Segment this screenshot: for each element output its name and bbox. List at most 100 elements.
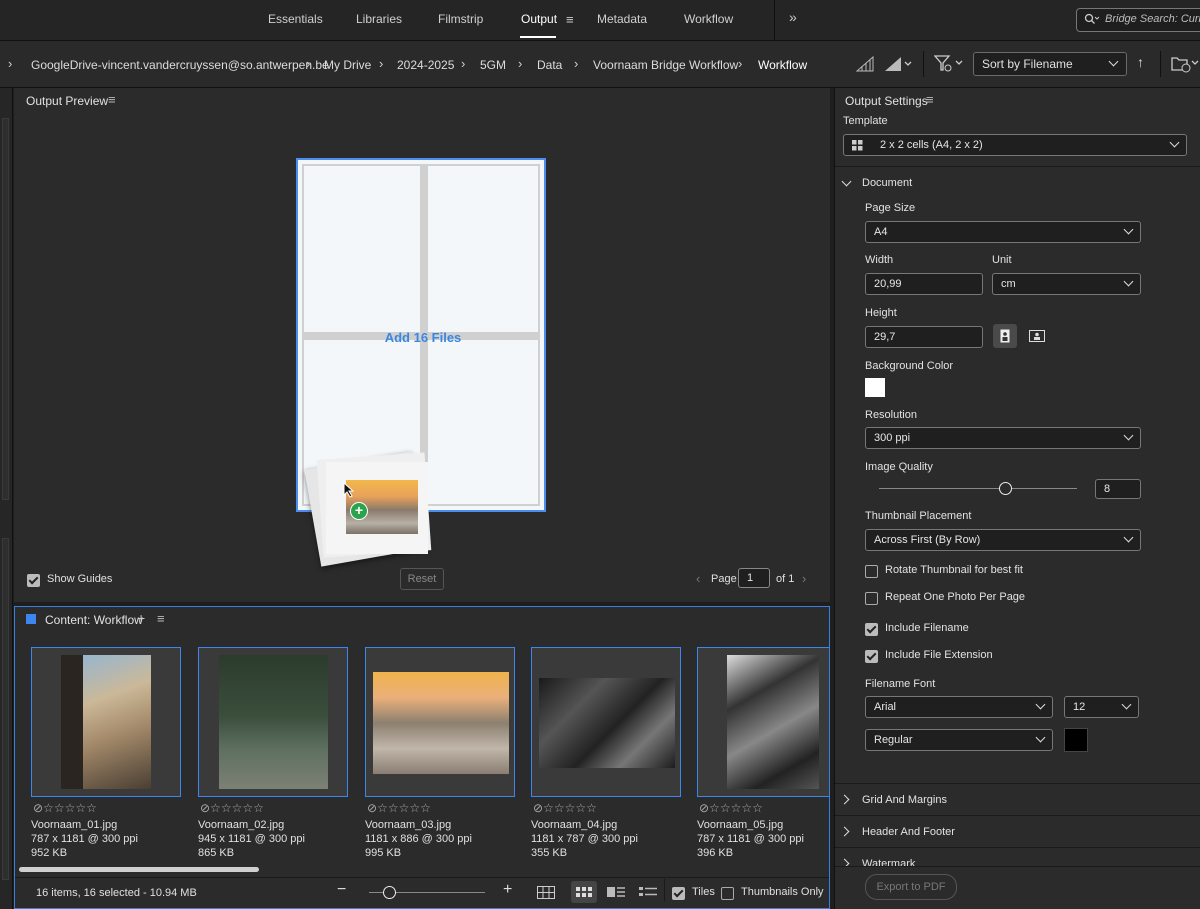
divider xyxy=(835,847,1200,848)
section-grid-margins[interactable]: Grid And Margins xyxy=(862,794,947,806)
workspace-essentials[interactable]: Essentials xyxy=(268,12,323,26)
file-name: Voornaam_04.jpg xyxy=(531,819,618,831)
width-input[interactable]: 20,99 xyxy=(865,273,983,295)
panel-menu-icon[interactable]: ≡ xyxy=(157,611,165,626)
font-size-dropdown[interactable]: 12 xyxy=(1064,696,1139,718)
rating-stars[interactable]: ⊘☆☆☆☆☆ xyxy=(699,801,763,815)
thumbnail-tile[interactable] xyxy=(365,647,515,797)
breadcrumb-current[interactable]: Workflow xyxy=(758,58,807,72)
workspace-output[interactable]: Output xyxy=(521,12,557,26)
zoom-in-icon[interactable]: + xyxy=(503,881,512,899)
collapse-icon[interactable] xyxy=(841,176,852,187)
section-header-footer[interactable]: Header And Footer xyxy=(862,826,955,838)
export-pdf-button[interactable]: Export to PDF xyxy=(865,874,957,900)
quality-slider-track[interactable] xyxy=(879,488,1077,489)
recent-folder-icon[interactable] xyxy=(1171,55,1199,73)
workspace-libraries[interactable]: Libraries xyxy=(356,12,402,26)
page-size-dropdown[interactable]: A4 xyxy=(865,221,1141,243)
thumbnail-tile[interactable] xyxy=(198,647,348,797)
next-page-icon[interactable]: › xyxy=(802,571,806,586)
panel-menu-icon[interactable]: ≡ xyxy=(926,92,934,107)
breadcrumb-item[interactable]: 5GM xyxy=(480,58,506,72)
zoom-slider-thumb[interactable] xyxy=(383,886,396,899)
page-number-input[interactable]: 1 xyxy=(738,568,770,588)
landscape-icon[interactable] xyxy=(1029,330,1045,342)
chevron-right-icon: › xyxy=(306,56,311,71)
item-metadata: Voornaam_05.jpg 787 x 1181 @ 300 ppi 396… xyxy=(697,818,804,860)
workspace-metadata[interactable]: Metadata xyxy=(597,12,647,26)
more-workspaces-icon[interactable]: » xyxy=(789,9,797,25)
grid-lock-icon[interactable] xyxy=(537,886,555,899)
breadcrumb-item[interactable]: Voornaam Bridge Workflow xyxy=(593,58,738,72)
workspace-filmstrip[interactable]: Filmstrip xyxy=(438,12,483,26)
thumbnail-tile[interactable] xyxy=(531,647,681,797)
include-filename-checkbox[interactable] xyxy=(865,623,878,636)
sort-direction-arrow-icon[interactable]: ↑ xyxy=(1137,54,1144,70)
resolution-dropdown[interactable]: 300 ppi xyxy=(865,427,1141,449)
divider xyxy=(923,51,924,77)
repeat-photo-label: Repeat One Photo Per Page xyxy=(885,591,1026,603)
watermark-section-row[interactable]: Watermark xyxy=(835,854,1200,866)
thumbnail-tile[interactable] xyxy=(31,647,181,797)
rating-filter-icon[interactable] xyxy=(884,56,914,72)
font-style-dropdown[interactable]: Regular xyxy=(865,729,1053,751)
width-label: Width xyxy=(865,254,894,266)
thumbnails-view-button[interactable] xyxy=(571,881,597,903)
hamburger-menu-icon[interactable]: ≡ xyxy=(566,12,574,27)
quality-icon[interactable] xyxy=(856,56,874,72)
divider xyxy=(1160,51,1161,77)
portrait-orientation-button[interactable] xyxy=(993,324,1017,348)
filename-font-label: Filename Font xyxy=(865,678,936,690)
section-document[interactable]: Document xyxy=(862,177,912,189)
breadcrumb-item[interactable]: My Drive xyxy=(324,58,371,72)
font-family-dropdown[interactable]: Arial xyxy=(865,696,1053,718)
horizontal-scrollbar[interactable] xyxy=(19,867,259,872)
unit-dropdown[interactable]: cm xyxy=(992,273,1141,295)
height-input[interactable]: 29,7 xyxy=(865,326,983,348)
expand-icon[interactable] xyxy=(839,794,850,805)
background-color-swatch[interactable] xyxy=(865,378,885,397)
rating-stars[interactable]: ⊘☆☆☆☆☆ xyxy=(533,801,597,815)
collapsed-left-panel[interactable] xyxy=(0,88,13,909)
page-label: Page xyxy=(711,573,737,585)
show-guides-checkbox[interactable] xyxy=(27,574,40,587)
thumbnail-placement-dropdown[interactable]: Across First (By Row) xyxy=(865,529,1141,551)
breadcrumb-item[interactable]: Data xyxy=(537,58,562,72)
zoom-out-icon[interactable]: − xyxy=(337,881,346,899)
divider xyxy=(835,815,1200,816)
panel-menu-icon[interactable]: ≡ xyxy=(108,92,116,107)
rating-stars[interactable]: ⊘☆☆☆☆☆ xyxy=(200,801,264,815)
thumbnails-only-label: Thumbnails Only xyxy=(741,886,824,898)
thumbnail-tile[interactable] xyxy=(697,647,829,797)
repeat-photo-checkbox[interactable] xyxy=(865,592,878,605)
sort-dropdown[interactable]: Sort by Filename xyxy=(973,52,1127,76)
expand-icon[interactable] xyxy=(839,826,850,837)
breadcrumb-item[interactable]: GoogleDrive-vincent.vandercruyssen@so.an… xyxy=(31,58,329,72)
reset-button[interactable]: Reset xyxy=(400,568,444,590)
page-size-label: Page Size xyxy=(865,202,916,214)
template-dropdown[interactable]: 2 x 2 cells (A4, 2 x 2) xyxy=(843,134,1187,156)
expand-icon xyxy=(839,858,850,866)
chevron-right-icon: › xyxy=(518,56,523,71)
font-color-swatch[interactable] xyxy=(1064,728,1088,752)
previous-page-icon[interactable]: ‹ xyxy=(696,571,700,586)
breadcrumb-item[interactable]: 2024-2025 xyxy=(397,58,454,72)
section-watermark: Watermark xyxy=(862,858,916,866)
add-tab-icon[interactable]: + xyxy=(137,610,145,626)
include-extension-checkbox[interactable] xyxy=(865,650,878,663)
thumbnails-only-checkbox[interactable] xyxy=(721,887,734,900)
rating-stars[interactable]: ⊘☆☆☆☆☆ xyxy=(367,801,431,815)
search-input[interactable]: Bridge Search: Curren xyxy=(1076,8,1200,32)
divider xyxy=(15,877,829,878)
rating-stars[interactable]: ⊘☆☆☆☆☆ xyxy=(33,801,97,815)
rotate-thumbnail-checkbox[interactable] xyxy=(865,565,878,578)
quality-input[interactable]: 8 xyxy=(1095,479,1141,499)
filter-icon[interactable] xyxy=(934,55,966,73)
file-dimensions: 787 x 1181 @ 300 ppi xyxy=(697,833,804,845)
quality-slider-thumb[interactable] xyxy=(999,482,1012,495)
divider xyxy=(835,166,1200,167)
tiles-checkbox[interactable] xyxy=(672,887,685,900)
details-view-icon[interactable] xyxy=(607,887,625,897)
list-view-icon[interactable] xyxy=(639,887,657,897)
workspace-workflow[interactable]: Workflow xyxy=(684,12,733,26)
